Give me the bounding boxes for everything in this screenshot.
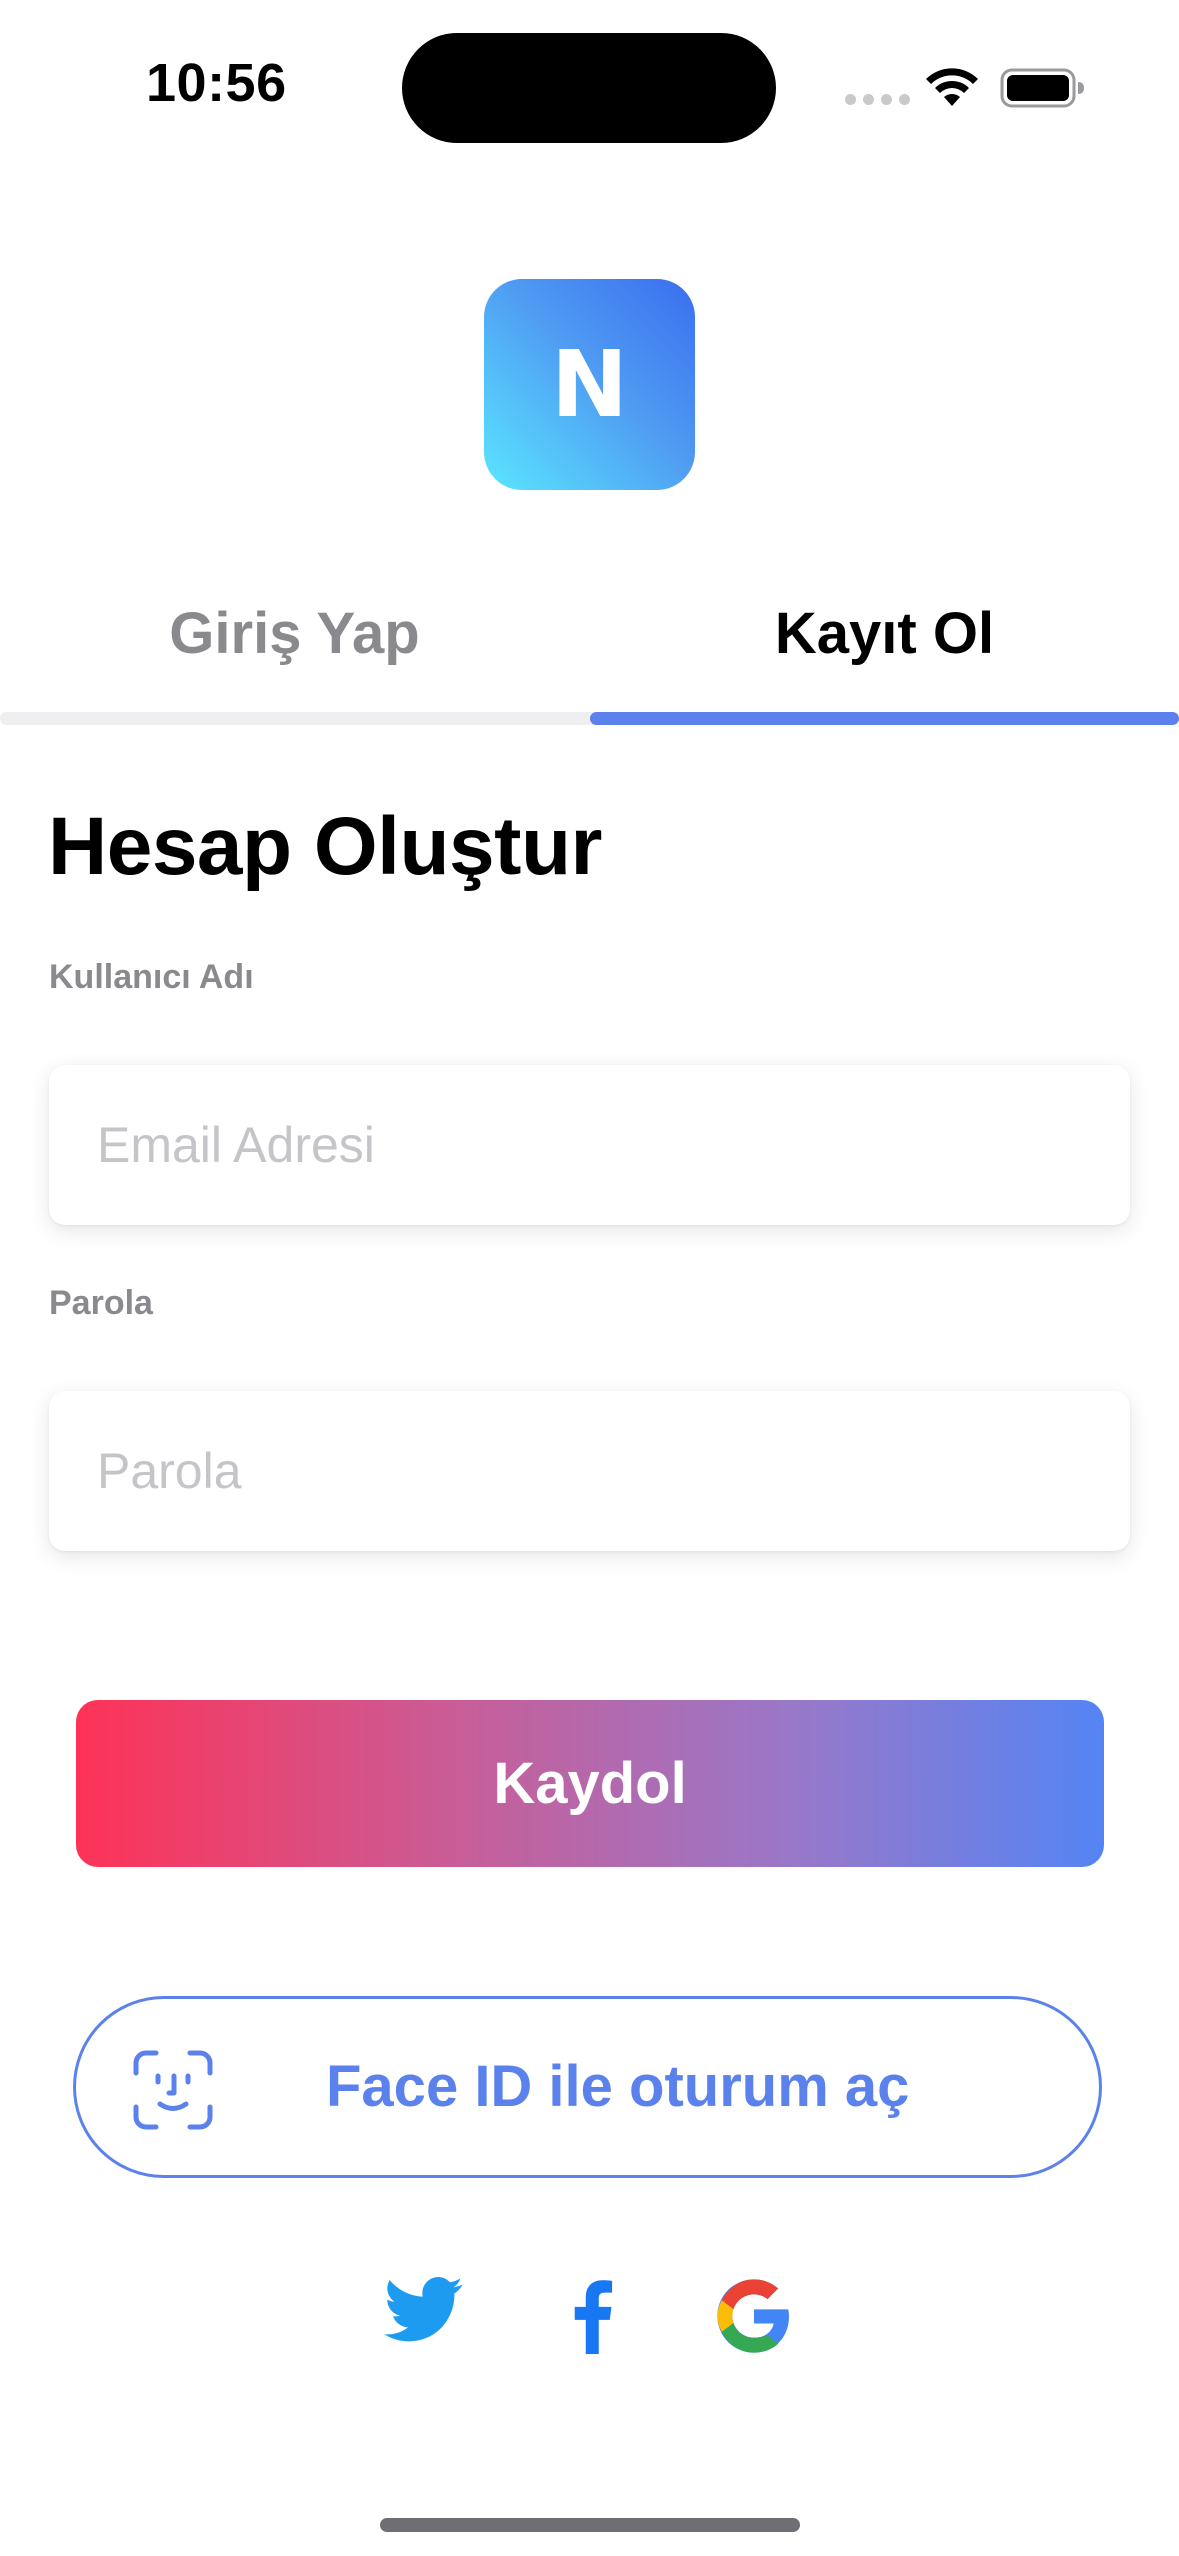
- username-field-container: [49, 1065, 1130, 1225]
- dynamic-island: [402, 33, 776, 143]
- facebook-icon[interactable]: [556, 2276, 622, 2354]
- faceid-icon: [133, 2050, 213, 2130]
- tab-register[interactable]: Kayıt Ol: [590, 600, 1179, 667]
- cellular-signal-icon: [845, 94, 910, 105]
- app-logo-letter: N: [551, 331, 628, 438]
- username-label: Kullanıcı Adı: [49, 958, 254, 996]
- home-indicator: [380, 2518, 800, 2532]
- password-input[interactable]: [97, 1391, 1097, 1551]
- tab-login[interactable]: Giriş Yap: [0, 600, 589, 667]
- username-input[interactable]: [97, 1065, 1097, 1225]
- faceid-login-button[interactable]: Face ID ile oturum aç: [73, 1996, 1102, 2178]
- twitter-icon[interactable]: [384, 2276, 464, 2344]
- register-button[interactable]: Kaydol: [76, 1700, 1104, 1867]
- tab-indicator: [590, 712, 1179, 725]
- password-label: Parola: [49, 1284, 153, 1322]
- password-field-container: [49, 1391, 1130, 1551]
- battery-icon: [1000, 68, 1084, 108]
- page-title: Hesap Oluştur: [48, 801, 602, 892]
- app-logo: N: [484, 279, 695, 490]
- google-icon[interactable]: [714, 2276, 794, 2356]
- status-time: 10:56: [146, 53, 287, 113]
- faceid-button-label: Face ID ile oturum aç: [326, 2054, 910, 2119]
- wifi-icon: [926, 68, 978, 106]
